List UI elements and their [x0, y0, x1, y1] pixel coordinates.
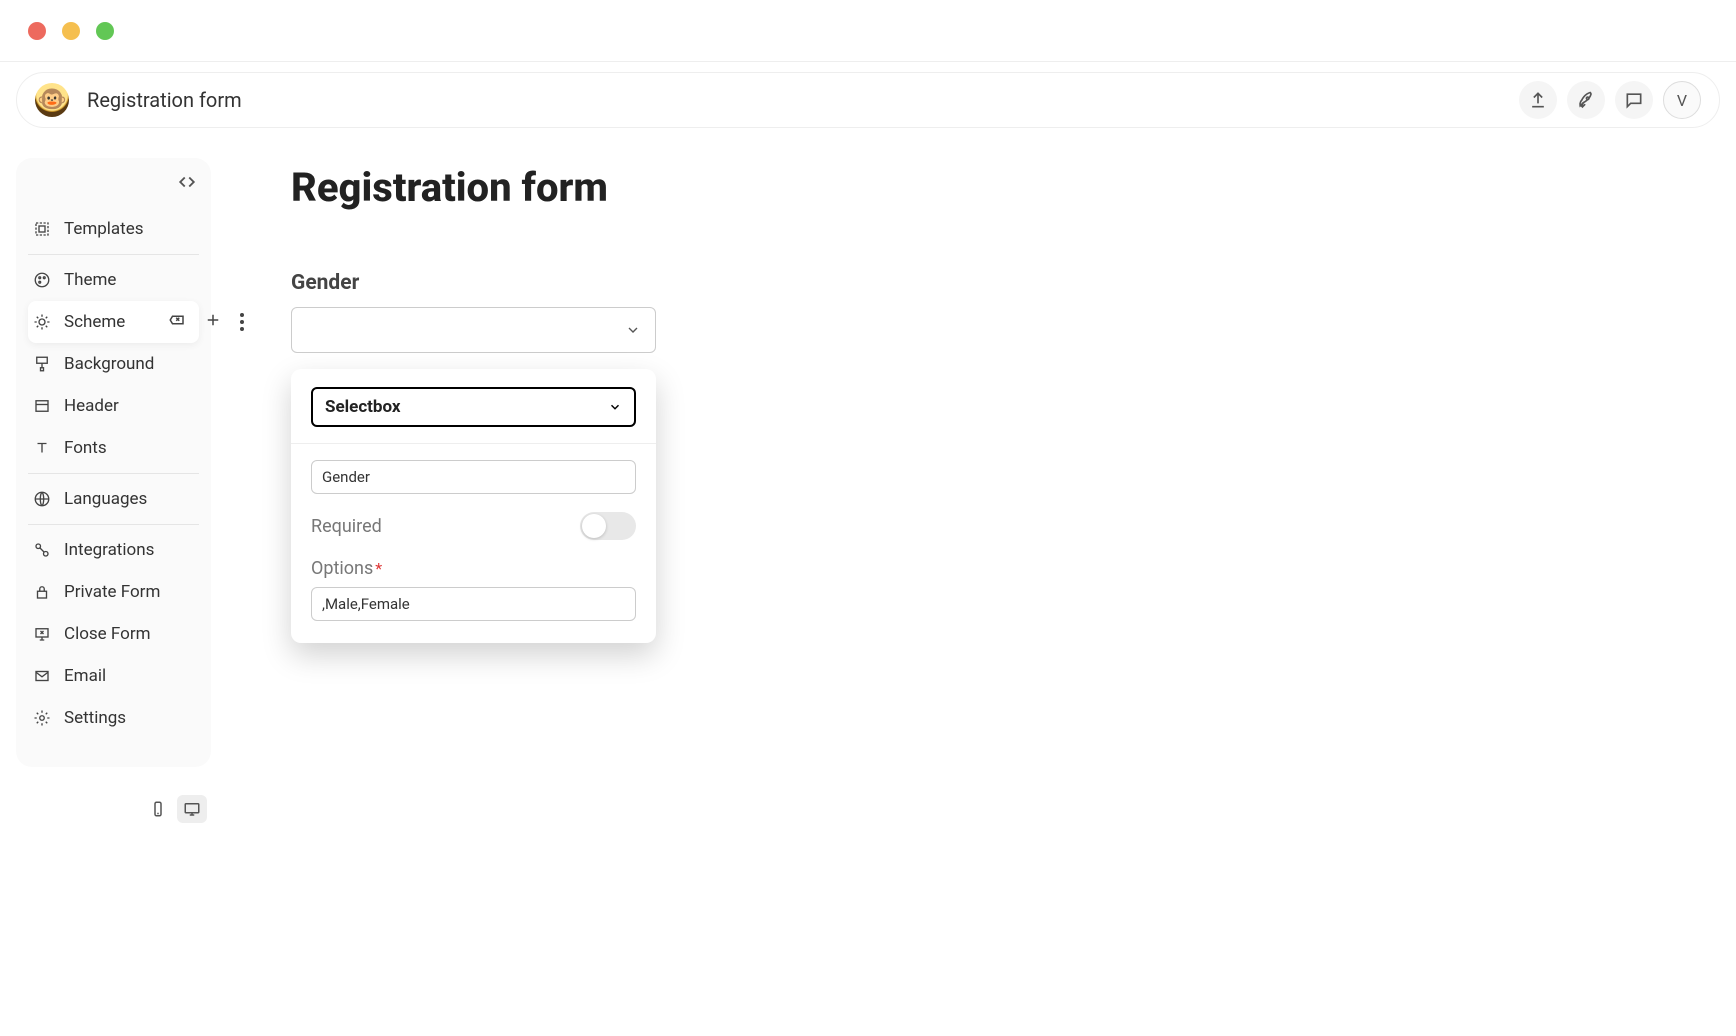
field-type-value: Selectbox — [325, 397, 401, 417]
gender-select[interactable] — [291, 307, 656, 353]
sidebar-item-label: Header — [64, 396, 119, 416]
field-type-select[interactable]: Selectbox — [311, 387, 636, 427]
sidebar-item-label: Fonts — [64, 438, 107, 458]
code-icon — [178, 173, 196, 191]
layout-icon — [32, 396, 52, 416]
desktop-preview-button[interactable] — [177, 795, 207, 823]
app-logo — [35, 83, 69, 117]
sidebar-item-label: Scheme — [64, 312, 125, 332]
palette-icon — [32, 270, 52, 290]
paint-icon — [32, 354, 52, 374]
required-toggle[interactable] — [580, 512, 636, 540]
more-button[interactable] — [240, 313, 244, 331]
sidebar-item-label: Close Form — [64, 624, 151, 644]
delete-button[interactable] — [168, 311, 186, 334]
sidebar-item-fonts[interactable]: Fonts — [28, 427, 199, 469]
chevron-down-icon — [608, 400, 622, 414]
chat-icon — [1624, 90, 1644, 110]
sidebar-item-label: Templates — [64, 219, 144, 239]
sidebar-item-label: Email — [64, 666, 106, 686]
sidebar: Templates Theme Scheme Background — [16, 158, 211, 767]
sidebar-item-label: Settings — [64, 708, 126, 728]
sidebar-item-email[interactable]: Email — [28, 655, 199, 697]
lock-icon — [32, 582, 52, 602]
sidebar-item-label: Background — [64, 354, 154, 374]
mail-icon — [32, 666, 52, 686]
sidebar-item-settings[interactable]: Settings — [28, 697, 199, 739]
sidebar-item-theme[interactable]: Theme — [28, 259, 199, 301]
top-bar: Registration form V — [16, 72, 1720, 128]
field-name-input[interactable]: Gender — [311, 460, 636, 494]
window-close-button[interactable] — [28, 22, 46, 40]
upload-button[interactable] — [1519, 81, 1557, 119]
monitor-x-icon — [32, 624, 52, 644]
integration-icon — [32, 540, 52, 560]
window-minimize-button[interactable] — [62, 22, 80, 40]
sidebar-item-close-form[interactable]: Close Form — [28, 613, 199, 655]
sidebar-item-private-form[interactable]: Private Form — [28, 571, 199, 613]
device-switcher — [16, 795, 211, 823]
sun-icon — [32, 312, 52, 332]
code-toggle-button[interactable] — [177, 172, 197, 192]
upload-icon — [1528, 90, 1548, 110]
sidebar-item-languages[interactable]: Languages — [28, 478, 199, 520]
publish-button[interactable] — [1567, 81, 1605, 119]
sidebar-item-integrations[interactable]: Integrations — [28, 529, 199, 571]
sidebar-item-templates[interactable]: Templates — [28, 208, 199, 250]
window-titlebar — [0, 0, 1736, 62]
form-title: Registration form — [291, 164, 1191, 211]
gear-icon — [32, 708, 52, 728]
required-indicator: * — [375, 559, 382, 578]
globe-icon — [32, 489, 52, 509]
field-label: Gender — [291, 271, 1191, 295]
page-title: Registration form — [87, 88, 242, 112]
sidebar-item-scheme[interactable]: Scheme — [28, 301, 199, 343]
rocket-icon — [1576, 90, 1596, 110]
form-canvas: Registration form Gender Selectbox Gende… — [291, 158, 1191, 823]
required-label: Required — [311, 516, 382, 537]
comments-button[interactable] — [1615, 81, 1653, 119]
options-label: Options — [311, 558, 373, 579]
templates-icon — [32, 219, 52, 239]
options-input[interactable]: ,Male,Female — [311, 587, 636, 621]
sidebar-item-label: Theme — [64, 270, 116, 290]
sidebar-item-label: Languages — [64, 489, 147, 509]
mobile-preview-button[interactable] — [143, 795, 173, 823]
window-maximize-button[interactable] — [96, 22, 114, 40]
user-avatar[interactable]: V — [1663, 81, 1701, 119]
sidebar-item-background[interactable]: Background — [28, 343, 199, 385]
text-icon — [32, 438, 52, 458]
add-button[interactable] — [204, 311, 222, 334]
sidebar-item-header[interactable]: Header — [28, 385, 199, 427]
scheme-actions — [158, 301, 254, 343]
field-config-panel: Selectbox Gender Required Options* ,Male… — [291, 369, 656, 643]
sidebar-item-label: Integrations — [64, 540, 154, 560]
sidebar-item-label: Private Form — [64, 582, 160, 602]
chevron-down-icon — [625, 322, 641, 338]
